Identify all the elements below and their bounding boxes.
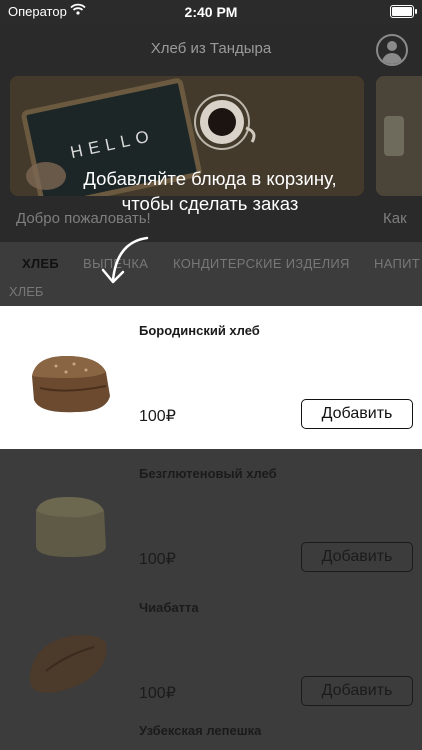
add-to-cart-button[interactable]: Добавить	[301, 676, 413, 706]
promo-carousel[interactable]: HELLO Добро пожаловать! Как	[0, 74, 422, 242]
product-name: Чиабатта	[139, 600, 199, 615]
product-name: Бородинский хлеб	[139, 323, 260, 338]
product-image	[29, 635, 107, 693]
tab-confectionery[interactable]: КОНДИТЕРСКИЕ ИЗДЕЛИЯ	[173, 256, 350, 271]
product-image	[36, 497, 106, 557]
product-price: 100₽	[139, 551, 176, 568]
user-circle-icon[interactable]	[376, 34, 408, 66]
tab-bread[interactable]: ХЛЕБ	[22, 256, 59, 271]
product-card: Безглютеновый хлеб 100₽ Добавить	[0, 449, 422, 592]
product-price: 100₽	[139, 685, 176, 702]
curved-arrow-down-icon	[101, 236, 149, 284]
product-name: Безглютеновый хлеб	[139, 466, 277, 481]
status-bar: Оператор 2:40 PM	[0, 0, 422, 24]
promo-card-title: Как	[383, 210, 407, 227]
product-card: Чиабатта 100₽ Добавить	[0, 583, 422, 726]
tab-drinks[interactable]: НАПИТ	[374, 256, 420, 271]
product-name: Узбекская лепешка	[139, 723, 262, 738]
app-title: Хлеб из Тандыра	[150, 40, 272, 57]
clock-label: 2:40 PM	[184, 4, 238, 20]
app-header: Хлеб из Тандыра	[0, 24, 422, 74]
product-price: 100₽	[139, 408, 176, 425]
product-card: Узбекская лепешка	[0, 710, 422, 750]
onboarding-hint: Добавляйте блюда в корзину, чтобы сделат…	[83, 168, 337, 214]
add-to-cart-button[interactable]: Добавить	[301, 542, 413, 572]
product-image	[32, 356, 110, 413]
battery-icon	[390, 5, 417, 18]
promo-card[interactable]	[376, 76, 422, 196]
add-to-cart-button[interactable]: Добавить	[301, 399, 413, 429]
product-card: Бородинский хлеб 100₽ Добавить	[0, 306, 422, 449]
promo-image	[376, 76, 422, 196]
category-tabs: ХЛЕБ ВЫПЕЧКА КОНДИТЕРСКИЕ ИЗДЕЛИЯ НАПИТ …	[0, 242, 422, 306]
section-title: ХЛЕБ	[9, 284, 44, 299]
